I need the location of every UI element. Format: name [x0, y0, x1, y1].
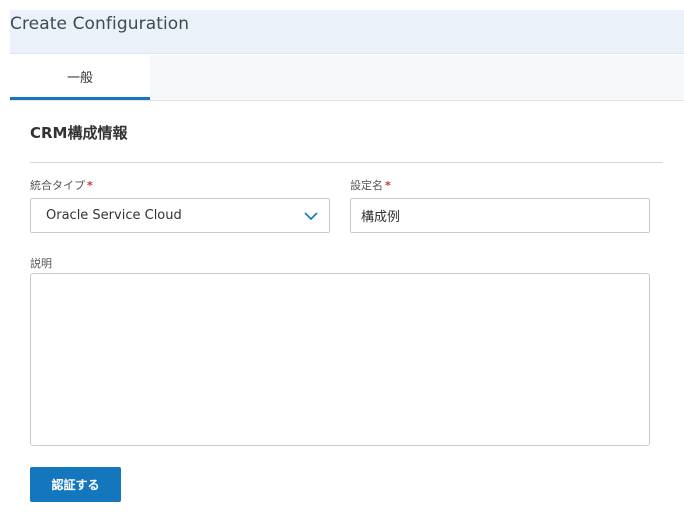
chevron-down-icon [304, 212, 318, 221]
page-title: Create Configuration [10, 14, 190, 34]
main-content: CRM構成情報 統合タイプ * Oracle Service Cloud 設定名 *… [10, 101, 684, 524]
required-asterisk: * [87, 179, 93, 192]
config-name-label-text: 設定名 [350, 179, 383, 192]
integration-type-value: Oracle Service Cloud [46, 208, 182, 223]
required-asterisk: * [385, 179, 391, 192]
config-name-label: 設定名 * [350, 177, 391, 193]
tab-bar: 一般 [10, 55, 684, 101]
integration-type-select[interactable]: Oracle Service Cloud [30, 198, 330, 233]
tab-general[interactable]: 一般 [10, 55, 150, 100]
integration-type-label-text: 統合タイプ [30, 179, 85, 192]
window-header: Create Configuration [10, 10, 684, 54]
section-title: CRM構成情報 [30, 124, 128, 142]
authenticate-button[interactable]: 認証する [30, 467, 121, 502]
description-label: 説明 [30, 257, 52, 270]
section-divider [30, 162, 663, 163]
config-name-input[interactable] [350, 198, 650, 233]
description-textarea[interactable] [30, 273, 650, 446]
integration-type-label: 統合タイプ * [30, 177, 93, 193]
